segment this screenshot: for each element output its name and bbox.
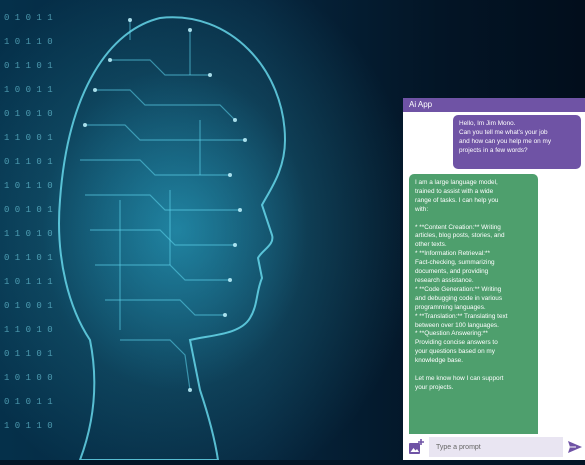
- svg-text:1 0 1 1 0: 1 0 1 1 0: [4, 421, 53, 431]
- svg-text:0 1 0 1 1: 0 1 0 1 1: [4, 13, 53, 23]
- svg-text:0 1 1 0 1: 0 1 1 0 1: [4, 253, 53, 263]
- svg-text:0 1 0 1 1: 0 1 0 1 1: [4, 397, 53, 407]
- svg-text:1 1 0 1 0: 1 1 0 1 0: [4, 229, 53, 239]
- prompt-composer: [403, 434, 585, 460]
- svg-text:1 1 0 1 0: 1 1 0 1 0: [4, 325, 53, 335]
- svg-text:1 0 1 1 0: 1 0 1 1 0: [4, 181, 53, 191]
- svg-text:0 0 1 0 1: 0 0 1 0 1: [4, 205, 53, 215]
- svg-text:0 1 1 0 1: 0 1 1 0 1: [4, 349, 53, 359]
- svg-text:1 0 1 0 0: 1 0 1 0 0: [4, 373, 53, 383]
- add-photo-icon[interactable]: [407, 438, 425, 456]
- chat-history[interactable]: Hello, Im Jim Mono. Can you tell me what…: [403, 112, 585, 434]
- prompt-input[interactable]: [429, 437, 563, 457]
- send-icon[interactable]: [567, 439, 583, 455]
- app-bar: Ai App: [403, 98, 585, 112]
- app-title: Ai App: [409, 100, 433, 109]
- svg-text:1 1 0 0 1: 1 1 0 0 1: [4, 133, 53, 143]
- svg-text:0 1 1 0 1: 0 1 1 0 1: [4, 61, 53, 71]
- chat-app-window: Ai App Hello, Im Jim Mono. Can you tell …: [403, 98, 585, 460]
- svg-text:0 1 0 0 1: 0 1 0 0 1: [4, 301, 53, 311]
- ai-message-bubble: I am a large language model, trained to …: [409, 174, 538, 434]
- svg-text:1 0 1 1 1: 1 0 1 1 1: [4, 277, 53, 287]
- svg-text:0 1 1 0 1: 0 1 1 0 1: [4, 157, 53, 167]
- svg-text:1 0 0 1 1: 1 0 0 1 1: [4, 85, 53, 95]
- user-message-bubble: Hello, Im Jim Mono. Can you tell me what…: [453, 115, 581, 169]
- svg-text:0 1 0 1 0: 0 1 0 1 0: [4, 109, 53, 119]
- svg-text:1 0 1 1 0: 1 0 1 1 0: [4, 37, 53, 47]
